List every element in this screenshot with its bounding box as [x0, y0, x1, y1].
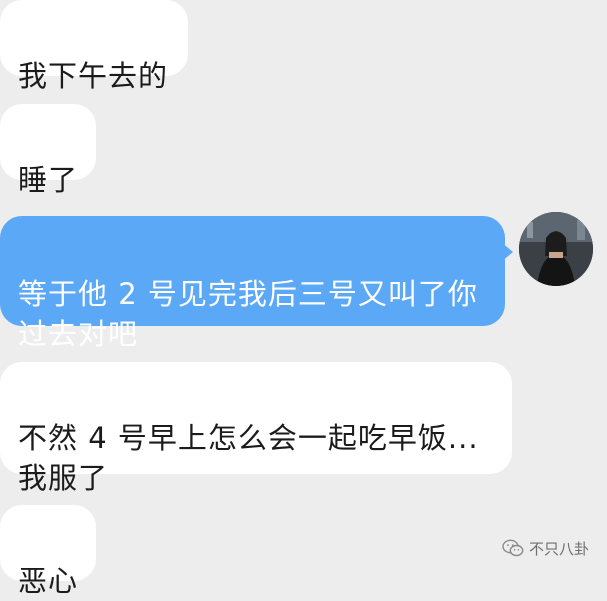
chat-bubble-received[interactable]: 睡了	[0, 104, 96, 197]
sender-avatar[interactable]	[519, 212, 593, 286]
chat-bubble-received[interactable]: 不然 4 号早上怎么会一起吃早饭... 我服了	[0, 362, 512, 495]
message-text: 等于他 2 号见完我后三号又叫了你 过去对吧	[18, 277, 478, 351]
wechat-icon	[502, 539, 524, 557]
watermark: 不只八卦	[502, 536, 589, 560]
watermark-text: 不只八卦	[529, 539, 590, 558]
avatar-photo-icon	[519, 212, 593, 286]
chat-bubble-received[interactable]: 我下午去的	[0, 0, 188, 93]
message-text: 恶心	[18, 564, 79, 598]
chat-bubble-sent[interactable]: 等于他 2 号见完我后三号又叫了你 过去对吧	[0, 216, 513, 351]
message-text: 不然 4 号早上怎么会一起吃早饭... 我服了	[18, 421, 479, 495]
message-text: 我下午去的	[18, 59, 169, 93]
chat-bubble-received[interactable]: 恶心	[0, 505, 96, 598]
message-text: 睡了	[18, 163, 79, 197]
